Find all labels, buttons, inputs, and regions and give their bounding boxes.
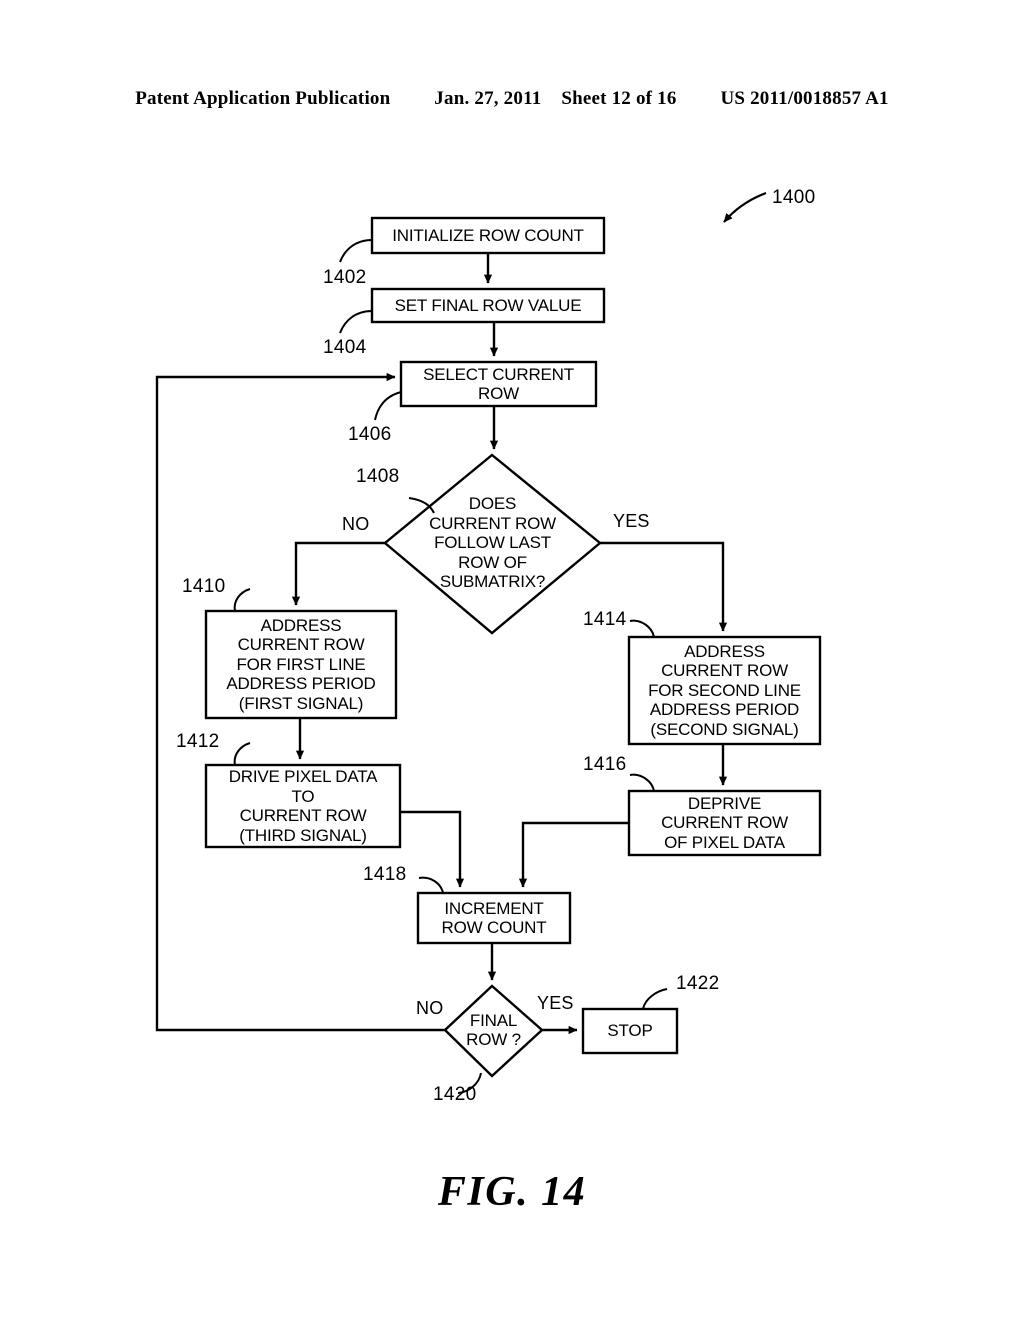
leader-1422: [642, 988, 668, 1010]
ref-numeral-1408: 1408: [356, 466, 400, 487]
connector-decision1408-no-to-address-first: [291, 541, 385, 606]
leader-1414: [629, 619, 655, 638]
connector-deprive-to-increment: [518, 821, 629, 888]
node-shape-address-second-line: [627, 635, 822, 746]
ref-numeral-1400: 1400: [772, 187, 816, 208]
ref-numeral-1420: 1420: [433, 1084, 477, 1105]
ref-numeral-1416: 1416: [583, 754, 627, 775]
leader-1410: [233, 588, 251, 612]
node-shape-final-row-decision: [443, 984, 544, 1078]
node-shape-drive-pixel-data: [204, 763, 402, 849]
node-shape-stop: [581, 1007, 679, 1055]
ref-numeral-1406: 1406: [348, 424, 392, 445]
branch-label-1420-yes: YES: [537, 993, 574, 1013]
figure-caption: FIG. 14: [437, 1169, 587, 1215]
ref-numeral-1418: 1418: [363, 864, 407, 885]
node-shape-set-final-row-value: [370, 287, 606, 324]
ref-numeral-1404: 1404: [323, 337, 367, 358]
leader-1416: [629, 773, 655, 792]
leader-1400-arrow: [723, 191, 767, 223]
leader-1406: [374, 391, 402, 421]
branch-label-1408-no: NO: [342, 514, 370, 534]
node-shape-initialize-row-count: [370, 216, 606, 255]
branch-label-1408-yes: YES: [613, 511, 650, 531]
connector-drive-to-increment: [400, 810, 465, 888]
node-shape-select-current-row: [399, 360, 598, 408]
flowchart-figure: INITIALIZE ROW COUNT SET FINAL ROW VALUE…: [0, 0, 1024, 1320]
connector-decision1420-no-feedback-to-select: [155, 372, 445, 1032]
node-shape-follow-last-row-decision: [383, 453, 602, 635]
leader-1418: [418, 876, 444, 894]
leader-1402: [339, 239, 373, 263]
ref-numeral-1410: 1410: [182, 576, 226, 597]
node-shape-address-first-line: [204, 609, 398, 720]
branch-label-1420-no: NO: [416, 998, 444, 1018]
node-shape-deprive-pixel-data: [627, 789, 822, 857]
ref-numeral-1412: 1412: [176, 731, 220, 752]
node-shape-increment-row-count: [416, 891, 572, 945]
leader-1412: [233, 742, 251, 766]
leader-1404: [339, 310, 373, 334]
flowchart-vector-layer: [155, 191, 822, 1094]
ref-numeral-1402: 1402: [323, 267, 367, 288]
ref-numeral-1422: 1422: [676, 973, 720, 994]
ref-numeral-1414: 1414: [583, 609, 627, 630]
